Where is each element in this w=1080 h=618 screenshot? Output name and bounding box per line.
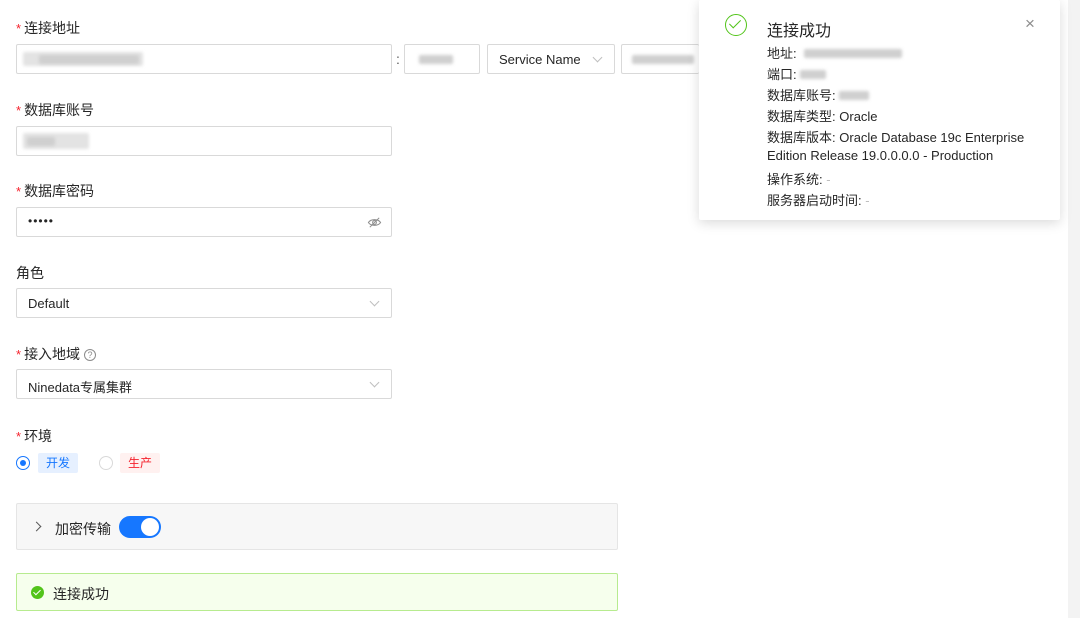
port-separator: : bbox=[396, 51, 400, 67]
notification-port: 端口: bbox=[767, 64, 827, 83]
notification-start-time: 服务器启动时间: - bbox=[767, 193, 870, 208]
encrypt-label: 加密传输 bbox=[55, 521, 111, 537]
required-mark: * bbox=[16, 21, 22, 36]
redacted-port bbox=[419, 55, 453, 64]
env-label: * 环境 bbox=[16, 428, 53, 444]
chevron-down-icon bbox=[369, 377, 380, 388]
password-input[interactable]: ••••• bbox=[16, 207, 392, 237]
account-label: * 数据库账号 bbox=[16, 102, 95, 118]
region-value: Ninedata专属集群 bbox=[28, 380, 133, 395]
check-circle-icon bbox=[725, 14, 747, 36]
redacted-host-text bbox=[39, 55, 139, 64]
env-radio-dev[interactable] bbox=[16, 456, 30, 470]
chevron-down-icon bbox=[592, 52, 603, 63]
notification-os: 操作系统: - bbox=[767, 172, 831, 187]
redacted-address bbox=[804, 49, 903, 58]
notification-address: 地址: bbox=[767, 43, 903, 62]
connection-success-alert: 连接成功 bbox=[16, 573, 618, 611]
role-select[interactable]: Default bbox=[16, 288, 392, 318]
role-label: 角色 bbox=[16, 265, 44, 281]
service-name-input[interactable] bbox=[621, 44, 699, 74]
service-type-select[interactable]: Service Name bbox=[487, 44, 615, 74]
redacted-service-name bbox=[632, 55, 694, 64]
success-notification: 连接成功 × 地址: 端口: 数据库账号: 数据库类型: Oracle 数据库版… bbox=[699, 0, 1060, 220]
notification-account: 数据库账号: bbox=[767, 85, 870, 104]
help-icon[interactable]: ? bbox=[84, 349, 97, 361]
password-label: * 数据库密码 bbox=[16, 183, 95, 199]
port-input[interactable] bbox=[404, 44, 480, 74]
env-radio-prod[interactable] bbox=[99, 456, 113, 470]
host-input[interactable] bbox=[16, 44, 392, 74]
encrypt-panel[interactable]: 加密传输 bbox=[16, 503, 618, 550]
redacted-account-value bbox=[839, 91, 870, 100]
redacted-port-value bbox=[800, 70, 827, 79]
notification-db-type: 数据库类型: Oracle bbox=[767, 109, 878, 124]
success-text: 连接成功 bbox=[53, 586, 109, 602]
env-tag-dev[interactable]: 开发 bbox=[38, 453, 79, 473]
encrypt-toggle[interactable] bbox=[119, 516, 161, 538]
page-scrollbar[interactable] bbox=[1068, 0, 1080, 618]
eye-off-icon[interactable] bbox=[367, 215, 382, 230]
check-circle-icon bbox=[31, 586, 44, 599]
account-input[interactable] bbox=[16, 126, 392, 156]
password-value: ••••• bbox=[28, 214, 55, 228]
env-tag-prod[interactable]: 生产 bbox=[120, 453, 161, 473]
notification-db-version-cont: Edition Release 19.0.0.0.0 - Production bbox=[767, 148, 994, 163]
chevron-down-icon bbox=[369, 296, 380, 307]
region-label: * 接入地域? bbox=[16, 344, 97, 364]
address-label: * 连接地址 bbox=[16, 20, 81, 36]
toggle-knob bbox=[141, 518, 159, 536]
notification-db-version: 数据库版本: Oracle Database 19c Enterprise bbox=[767, 130, 1025, 145]
role-value: Default bbox=[28, 296, 70, 311]
service-type-value: Service Name bbox=[499, 52, 581, 67]
close-icon[interactable]: × bbox=[1025, 15, 1035, 32]
region-select[interactable]: Ninedata专属集群 bbox=[16, 369, 392, 399]
redacted-account-text bbox=[27, 137, 55, 146]
chevron-right-icon[interactable] bbox=[31, 521, 42, 532]
notification-title: 连接成功 bbox=[767, 23, 832, 40]
